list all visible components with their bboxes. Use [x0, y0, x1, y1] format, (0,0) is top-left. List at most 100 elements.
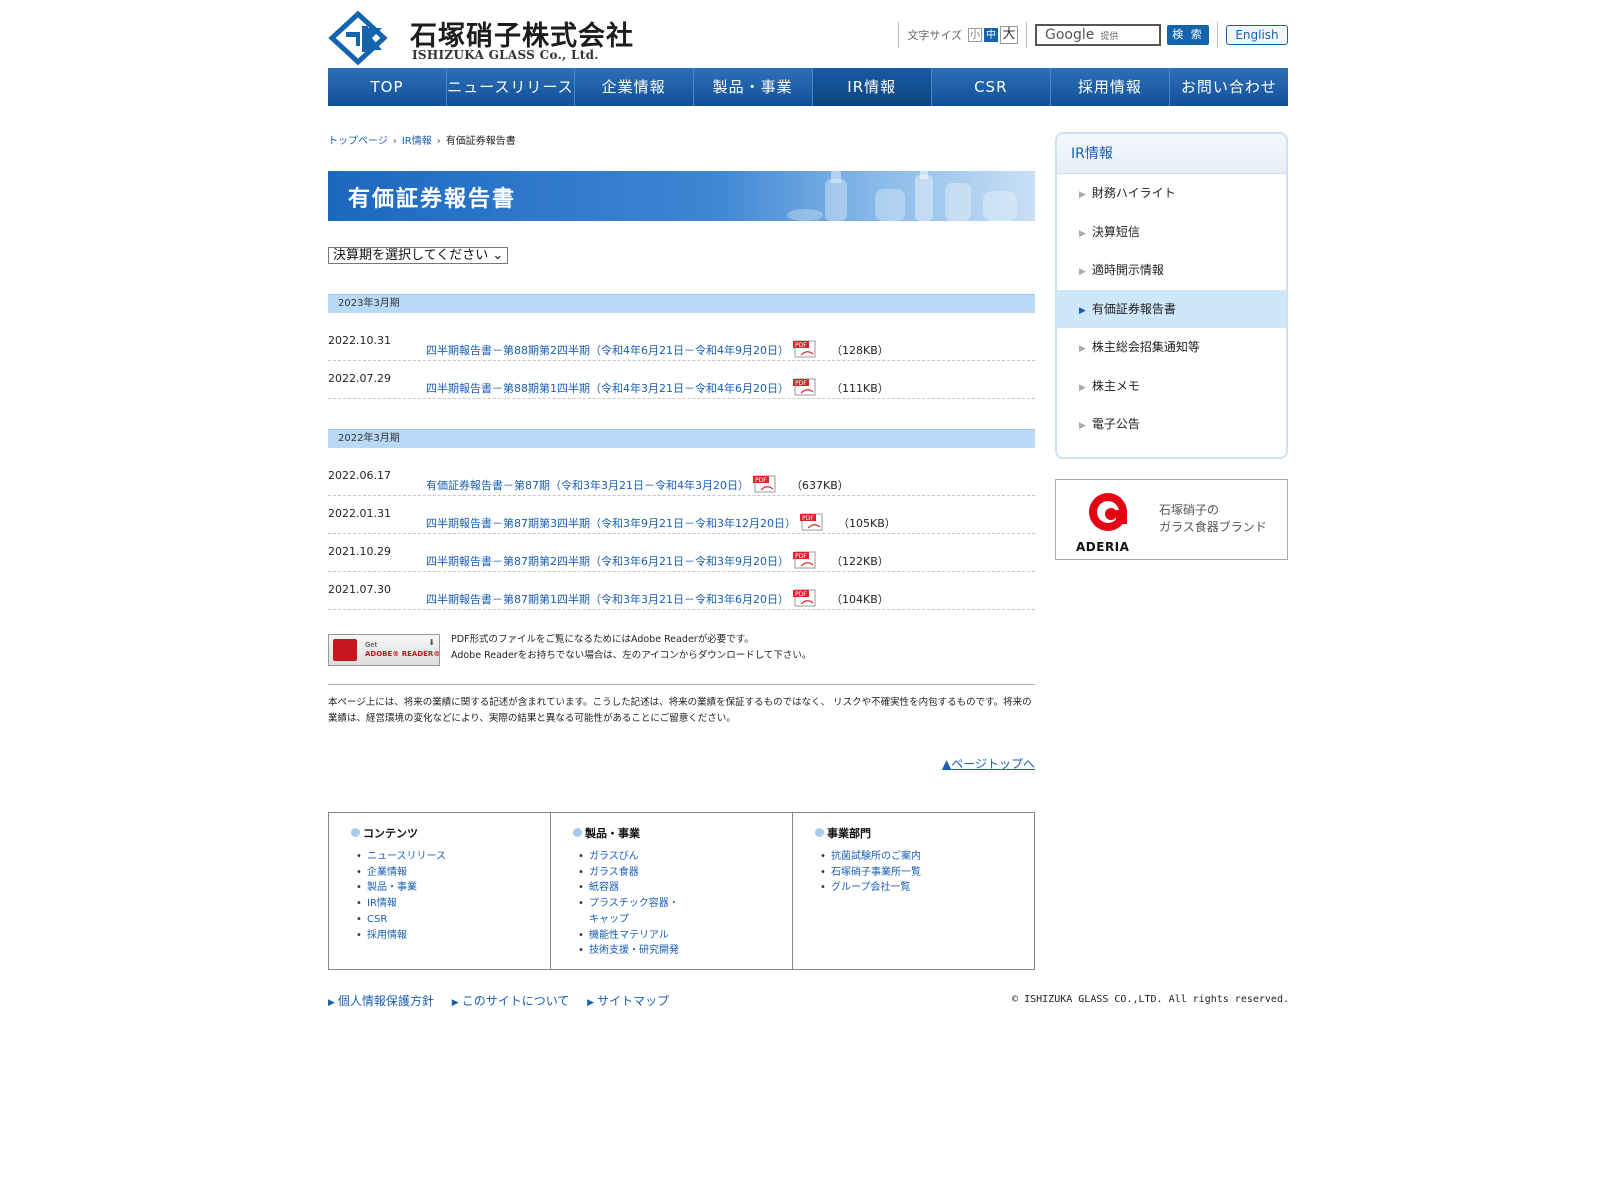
side-item-label: 電子公告: [1091, 417, 1140, 431]
aderia-brand-name: ADERIA: [1076, 540, 1130, 554]
report-link[interactable]: 有価証券報告書－第87期（令和3年3月21日－令和4年3月20日）: [426, 479, 749, 492]
nav-item-news[interactable]: ニュースリリース: [447, 68, 575, 106]
aderia-logo-icon: [1089, 493, 1127, 531]
triangle-right-icon: ▶: [1079, 190, 1086, 200]
pdf-icon-label: PDF: [802, 515, 814, 522]
sitemap-link[interactable]: 紙容器: [589, 882, 619, 893]
about-site-link[interactable]: ▶ このサイトについて: [452, 994, 570, 1008]
side-item-label: 財務ハイライト: [1091, 186, 1176, 200]
pdf-icon[interactable]: PDF: [792, 551, 819, 569]
report-link[interactable]: 四半期報告書－第87期第1四半期（令和3年3月21日－令和3年6月20日）: [426, 593, 789, 606]
report-date: 2022.01.31: [328, 507, 391, 520]
side-item-securities-report[interactable]: ▶ 有価証券報告書: [1057, 289, 1286, 328]
report-link[interactable]: 四半期報告書－第88期第1四半期（令和4年3月21日－令和4年6月20日）: [426, 382, 789, 395]
sitemap-list: ガラスびん ガラス食器 紙容器 プラスチック容器・キャップ 機能性マテリアル 技…: [573, 849, 683, 959]
page-top-link[interactable]: ▲ページトップへ: [942, 757, 1035, 771]
sitemap-link[interactable]: グループ会社一覧: [831, 882, 910, 893]
sitemap-link[interactable]: プラスチック容器・キャップ: [589, 898, 679, 925]
glass-bottles-image: [787, 171, 1017, 221]
sitemap-link[interactable]: ニュースリリース: [367, 851, 446, 862]
aderia-caption-line-1: 石塚硝子の: [1159, 503, 1220, 517]
chevron-right-icon: ›: [392, 136, 397, 147]
page-title: 有価証券報告書: [348, 187, 517, 212]
get-label: Get: [365, 641, 378, 649]
privacy-policy-label: 個人情報保護方針: [337, 994, 434, 1008]
pdf-icon[interactable]: PDF: [792, 378, 819, 396]
aderia-banner[interactable]: ADERIA 石塚硝子の ガラス食器ブランド: [1055, 479, 1288, 560]
triangle-right-icon: ▶: [587, 998, 595, 1008]
nav-item-company[interactable]: 企業情報: [575, 68, 694, 106]
sitemap-link[interactable]: 抗菌試験所のご案内: [831, 851, 921, 862]
search-button[interactable]: 検 索: [1167, 25, 1209, 45]
side-item-electronic-notice[interactable]: ▶ 電子公告: [1057, 405, 1286, 444]
pdf-icon[interactable]: PDF: [792, 340, 819, 358]
breadcrumb-home-link[interactable]: トップページ: [328, 136, 388, 147]
sitemap-link[interactable]: CSR: [367, 914, 387, 925]
report-date: 2022.07.29: [328, 372, 391, 385]
nav-item-top[interactable]: TOP: [328, 68, 448, 106]
sitemap-link[interactable]: 機能性マテリアル: [589, 930, 669, 941]
english-site-button[interactable]: English: [1226, 25, 1288, 45]
pdf-icon[interactable]: PDF: [792, 589, 819, 607]
side-item-shareholder-memo[interactable]: ▶ 株主メモ: [1057, 367, 1286, 406]
sitemap-link[interactable]: 採用情報: [367, 930, 407, 941]
sitemap-link[interactable]: IR情報: [367, 898, 397, 909]
search-provided-label: 提供: [1100, 31, 1119, 42]
side-item-disclosure[interactable]: ▶ 適時開示情報: [1057, 251, 1286, 290]
sitemap-link[interactable]: ガラス食器: [589, 867, 639, 878]
privacy-policy-link[interactable]: ▶ 個人情報保護方針: [328, 994, 434, 1008]
sitemap-list: 抗菌試験所のご案内 石塚硝子事業所一覧 グループ会社一覧: [815, 849, 1034, 896]
breadcrumb: トップページ › IR情報 › 有価証券報告書: [328, 132, 1035, 147]
main-content: トップページ › IR情報 › 有価証券報告書 有価証券報告書 決算期を選択してください…: [328, 132, 1289, 1012]
report-link[interactable]: 四半期報告書－第87期第2四半期（令和3年6月21日－令和3年9月20日）: [426, 555, 789, 568]
sitemap-link[interactable]: 企業情報: [367, 867, 407, 878]
nav-item-contact[interactable]: お問い合わせ: [1170, 68, 1288, 106]
font-size-large-button[interactable]: 大: [1000, 26, 1018, 44]
adobe-reader-notice: Get ADOBE® READER® ⬇ PDF形式のファイルをご覧になるために…: [328, 632, 1035, 672]
divider: [1217, 22, 1218, 48]
company-logo[interactable]: 石塚硝子株式会社 ISHIZUKA GLASS Co., Ltd.: [328, 10, 658, 66]
triangle-right-icon: ▶: [1079, 382, 1086, 393]
side-item-financial-highlights[interactable]: ▶ 財務ハイライト: [1057, 174, 1286, 213]
report-link[interactable]: 四半期報告書－第88期第2四半期（令和4年6月21日－令和4年9月20日）: [426, 344, 789, 357]
adobe-reader-line-2: Adobe Readerをお持ちでない場合は、左のアイコンからダウンロードして下…: [451, 650, 812, 661]
period-select-dropdown[interactable]: 決算期を選択してください ⌄: [328, 247, 509, 264]
side-item-shareholders-meeting[interactable]: ▶ 株主総会招集通知等: [1057, 328, 1286, 367]
side-item-earnings[interactable]: ▶ 決算短信: [1057, 213, 1286, 252]
search-input[interactable]: Google 提供: [1035, 24, 1161, 46]
sitemap-heading: コンテンツ: [351, 825, 550, 841]
pdf-icon-label: PDF: [795, 342, 807, 349]
report-row: 2022.06.17 有価証券報告書－第87期（令和3年3月21日－令和4年3月…: [328, 458, 1035, 496]
copyright: © ISHIZUKA GLASS CO.,LTD. All rights res…: [1012, 994, 1289, 1005]
font-size-medium-button[interactable]: 中: [984, 28, 998, 42]
sitemap-link-footer[interactable]: ▶ サイトマップ: [587, 994, 669, 1008]
nav-item-products[interactable]: 製品・事業: [694, 68, 813, 106]
fiscal-period-heading: 2023年3月期: [328, 294, 1035, 313]
sitemap-column-divisions: 事業部門 抗菌試験所のご案内 石塚硝子事業所一覧 グループ会社一覧: [793, 813, 1034, 969]
pdf-icon-label: PDF: [755, 477, 767, 484]
sitemap-link[interactable]: ガラスびん: [589, 851, 639, 862]
pdf-icon[interactable]: PDF: [799, 513, 826, 531]
nav-item-ir[interactable]: IR情報: [812, 68, 932, 106]
sitemap-link[interactable]: 石塚硝子事業所一覧: [831, 867, 921, 878]
sitemap-label: サイトマップ: [597, 994, 670, 1008]
nav-item-recruit[interactable]: 採用情報: [1051, 68, 1170, 106]
sitemap-column-contents: コンテンツ ニュースリリース 企業情報 製品・事業 IR情報 CSR 採用情報: [329, 813, 551, 969]
adobe-reader-text: PDF形式のファイルをご覧になるためにはAdobe Readerが必要です。 A…: [451, 632, 811, 664]
nav-item-csr[interactable]: CSR: [932, 68, 1051, 106]
side-item-label: 株主メモ: [1091, 378, 1140, 393]
font-size-small-button[interactable]: 小: [968, 28, 982, 42]
sitemap-link[interactable]: 技術支援・研究開発: [589, 945, 679, 956]
pdf-icon[interactable]: PDF: [752, 475, 779, 493]
report-row: 2022.01.31 四半期報告書－第87期第3四半期（令和3年9月21日－令和…: [328, 496, 1035, 534]
report-link[interactable]: 四半期報告書－第87期第3四半期（令和3年9月21日－令和3年12月20日）: [426, 517, 796, 530]
report-date: 2022.06.17: [328, 469, 391, 482]
sitemap-link[interactable]: 製品・事業: [367, 882, 417, 893]
file-size: （105KB）: [837, 517, 896, 530]
get-adobe-reader-button[interactable]: Get ADOBE® READER® ⬇: [328, 634, 440, 666]
logo-english-name: ISHIZUKA GLASS Co., Ltd.: [412, 48, 599, 62]
side-item-label: 株主総会招集通知等: [1091, 340, 1200, 354]
breadcrumb-ir-link[interactable]: IR情報: [402, 136, 432, 147]
page-title-banner: 有価証券報告書: [328, 171, 1035, 221]
file-size: （128KB）: [830, 344, 889, 357]
